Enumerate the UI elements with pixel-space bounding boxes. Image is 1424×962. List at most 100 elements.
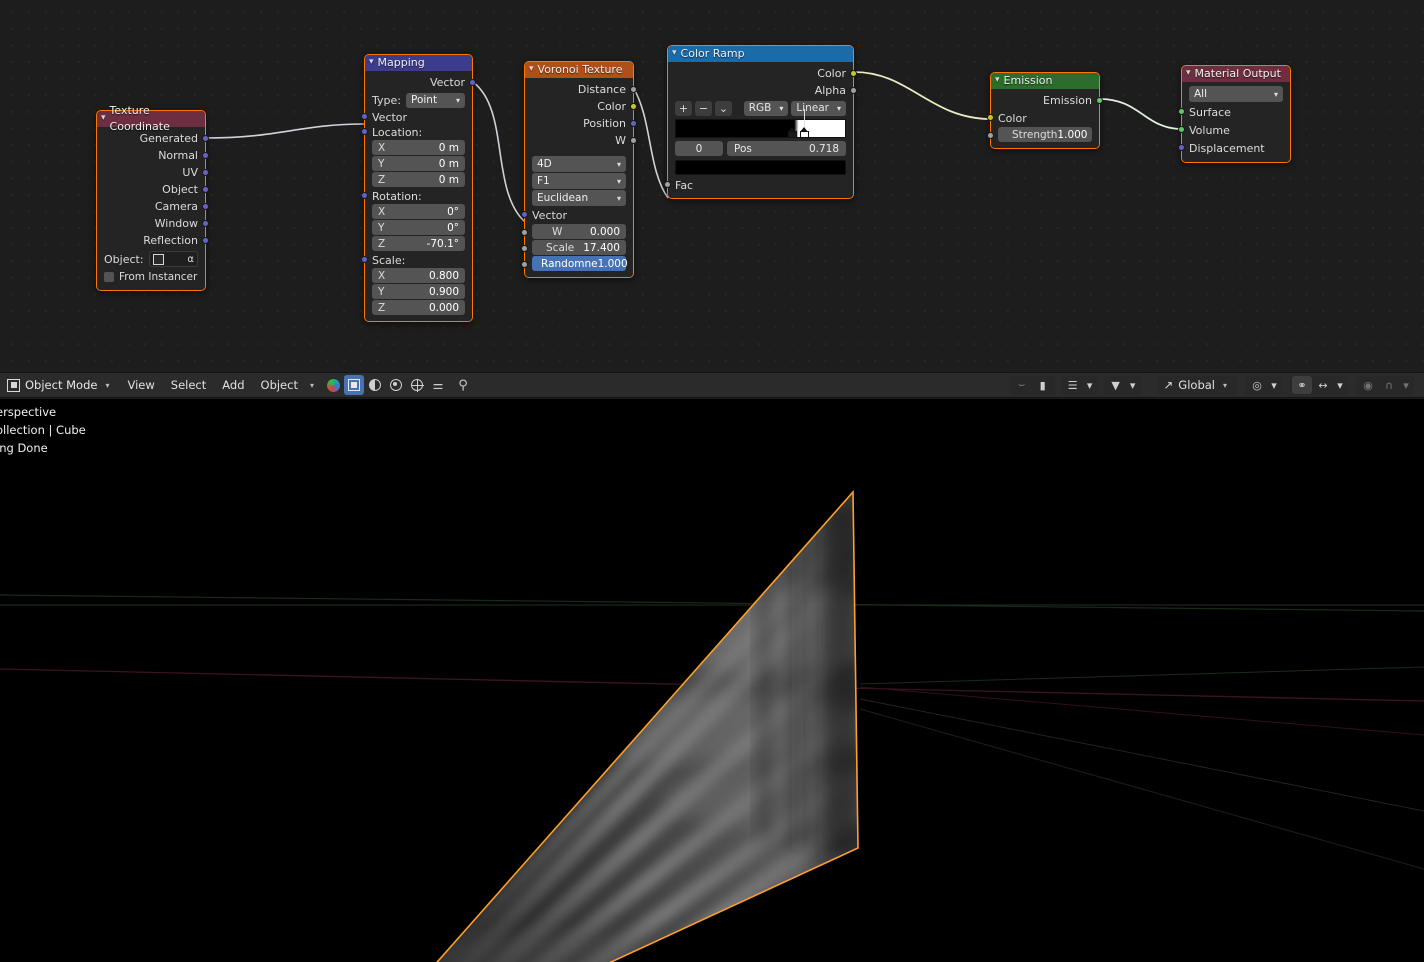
chevron-down-icon[interactable]: ▾ — [995, 72, 1000, 88]
output-vector[interactable]: Vector — [365, 74, 476, 91]
socket-color-out[interactable] — [850, 69, 857, 77]
socket-camera[interactable] — [202, 202, 209, 210]
param-randomness-row[interactable]: Randomne 1.000 — [521, 256, 633, 271]
socket-window[interactable] — [202, 219, 209, 227]
chevron-down-icon[interactable]: ▾ — [672, 45, 677, 61]
input-vector-row[interactable]: Vector — [361, 109, 472, 124]
chevron-down-icon[interactable]: ▾ — [1084, 376, 1096, 394]
from-instancer-checkbox-row[interactable]: From Instancer — [97, 269, 205, 285]
checkbox-icon[interactable] — [104, 272, 114, 282]
visibility-group[interactable]: ☰ ▾ — [1060, 375, 1098, 395]
interpolation-dropdown[interactable]: Linear ▾ — [791, 100, 846, 116]
socket-fac[interactable] — [664, 180, 671, 188]
rotation-x-field[interactable]: X 0° — [372, 204, 465, 219]
param-scale-row[interactable]: Scale 17.400 — [521, 240, 633, 255]
overlay-toggle-group[interactable]: ⌣ ▮ — [1009, 375, 1055, 395]
transform-orientation-selector[interactable]: ↗ Global ▾ — [1156, 375, 1237, 395]
pivot-point-group[interactable]: ◎ ▾ — [1245, 375, 1282, 395]
socket-rotation[interactable] — [361, 191, 368, 199]
socket-alpha-out[interactable] — [850, 86, 857, 94]
viewport-header-toolbar[interactable]: Object Mode ▾ View Select Add Object ▾ ⚌… — [0, 372, 1424, 398]
chevron-down-icon[interactable]: ▾ — [369, 54, 374, 70]
snapping-group[interactable]: ⚭ ↔ ▾ — [1290, 375, 1348, 395]
output-w[interactable]: W — [525, 132, 637, 149]
scale-x-field[interactable]: X 0.800 — [372, 268, 465, 283]
ramp-menu-button[interactable]: ⌄ — [715, 100, 732, 116]
node-header-color-ramp[interactable]: ▾ Color Ramp — [668, 46, 853, 62]
menu-add[interactable]: Add — [215, 375, 251, 395]
scale-row[interactable]: Scale: — [361, 252, 472, 267]
input-surface-row[interactable]: Surface — [1178, 103, 1290, 121]
object-field[interactable]: ⍺ — [148, 251, 198, 267]
node-texture-coordinate[interactable]: ▾ Texture Coordinate Generated Normal UV… — [96, 104, 209, 291]
menu-object[interactable]: Object — [254, 375, 305, 395]
node-header-material-output[interactable]: ▾ Material Output — [1182, 66, 1290, 82]
ramp-stop-right[interactable] — [800, 109, 809, 138]
randomness-field[interactable]: Randomne 1.000 — [532, 256, 628, 271]
socket-color-in[interactable] — [987, 113, 994, 121]
socket-scale-in[interactable] — [521, 245, 528, 252]
smooth-falloff-icon[interactable]: ∩ — [1379, 376, 1399, 394]
output-color[interactable]: Color — [525, 98, 637, 115]
socket-strength-in[interactable] — [987, 132, 994, 139]
socket-position[interactable] — [630, 119, 637, 127]
target-dropdown[interactable]: All ▾ — [1189, 86, 1283, 102]
rotation-y-field[interactable]: Y 0° — [372, 220, 465, 235]
chevron-down-icon[interactable]: ▾ — [529, 61, 534, 77]
type-dropdown[interactable]: Point ▾ — [405, 92, 465, 108]
socket-vector-in[interactable] — [361, 112, 368, 120]
chevron-down-icon[interactable]: ▾ — [1186, 65, 1191, 81]
chevron-down-icon[interactable]: ▾ — [1400, 376, 1412, 394]
proportional-editing-icon[interactable]: ◉ — [1358, 376, 1378, 394]
input-fac-row[interactable]: Fac — [664, 176, 853, 193]
socket-randomness-in[interactable] — [521, 261, 528, 268]
filter-group[interactable]: ▼ ▾ — [1103, 375, 1141, 395]
filter-icon[interactable]: ▼ — [1106, 376, 1126, 394]
type-row[interactable]: Type: Point ▾ — [365, 91, 472, 109]
node-emission[interactable]: ▾ Emission Emission Color Strength 1.000 — [987, 72, 1103, 149]
solid-shading-icon[interactable] — [344, 375, 364, 395]
feature-dropdown[interactable]: F1 ▾ — [532, 173, 626, 189]
rotation-row[interactable]: Rotation: — [361, 188, 472, 203]
node-header-texture-coordinate[interactable]: ▾ Texture Coordinate — [97, 104, 205, 133]
node-mapping[interactable]: ▾ Mapping Vector Type: Point ▾ Vector Lo… — [361, 54, 476, 322]
node-color-ramp[interactable]: ▾ Color Ramp Color Alpha + − ⌄ RGB ▾ Lin… — [664, 45, 857, 199]
location-x-field[interactable]: X 0 m — [372, 140, 465, 155]
menu-view[interactable]: View — [120, 375, 161, 395]
socket-displacement[interactable] — [1178, 144, 1185, 151]
color-mode-dropdown[interactable]: RGB ▾ — [743, 100, 789, 116]
ramp-stop-color-swatch[interactable] — [675, 160, 846, 175]
socket-generated[interactable] — [202, 134, 209, 142]
socket-w-in[interactable] — [521, 229, 528, 236]
socket-distance[interactable] — [630, 85, 637, 93]
output-normal[interactable]: Normal — [97, 147, 209, 164]
w-field[interactable]: W 0.000 — [532, 224, 626, 239]
collection-visibility-icon[interactable]: ☰ — [1063, 376, 1083, 394]
location-z-field[interactable]: Z 0 m — [372, 172, 465, 187]
bookmark-icon[interactable]: ▮ — [1033, 376, 1053, 394]
socket-vector-in[interactable] — [521, 211, 528, 218]
remove-stop-button[interactable]: − — [695, 100, 712, 116]
ramp-stop-index[interactable]: 0 — [675, 141, 723, 156]
socket-w[interactable] — [630, 136, 637, 144]
output-camera[interactable]: Camera — [97, 198, 209, 215]
strength-field[interactable]: Strength 1.000 — [998, 127, 1092, 142]
eyedropper-icon[interactable]: ⍺ — [187, 254, 194, 265]
input-vector-row[interactable]: Vector — [521, 207, 633, 223]
shading-mode-group[interactable]: ⚌ — [323, 375, 448, 395]
wireframe-shading-icon[interactable] — [386, 375, 406, 395]
distance-metric-dropdown[interactable]: Euclidean ▾ — [532, 190, 626, 206]
color-ramp-gradient[interactable] — [675, 109, 846, 138]
ramp-pos-field[interactable]: Pos 0.718 — [727, 141, 846, 156]
output-color[interactable]: Color — [668, 65, 857, 82]
socket-surface[interactable] — [1178, 108, 1185, 115]
pivot-point-icon[interactable]: ◎ — [1247, 376, 1267, 394]
node-header-voronoi[interactable]: ▾ Voronoi Texture — [525, 62, 633, 78]
location-row[interactable]: Location: — [361, 124, 472, 139]
scale-field[interactable]: Scale 17.400 — [532, 240, 626, 255]
param-w-row[interactable]: W 0.000 — [521, 224, 633, 239]
output-object[interactable]: Object — [97, 181, 209, 198]
snap-increment-icon[interactable]: ↔ — [1313, 376, 1333, 394]
location-y-field[interactable]: Y 0 m — [372, 156, 465, 171]
node-voronoi-texture[interactable]: ▾ Voronoi Texture Distance Color Positio… — [521, 61, 637, 278]
